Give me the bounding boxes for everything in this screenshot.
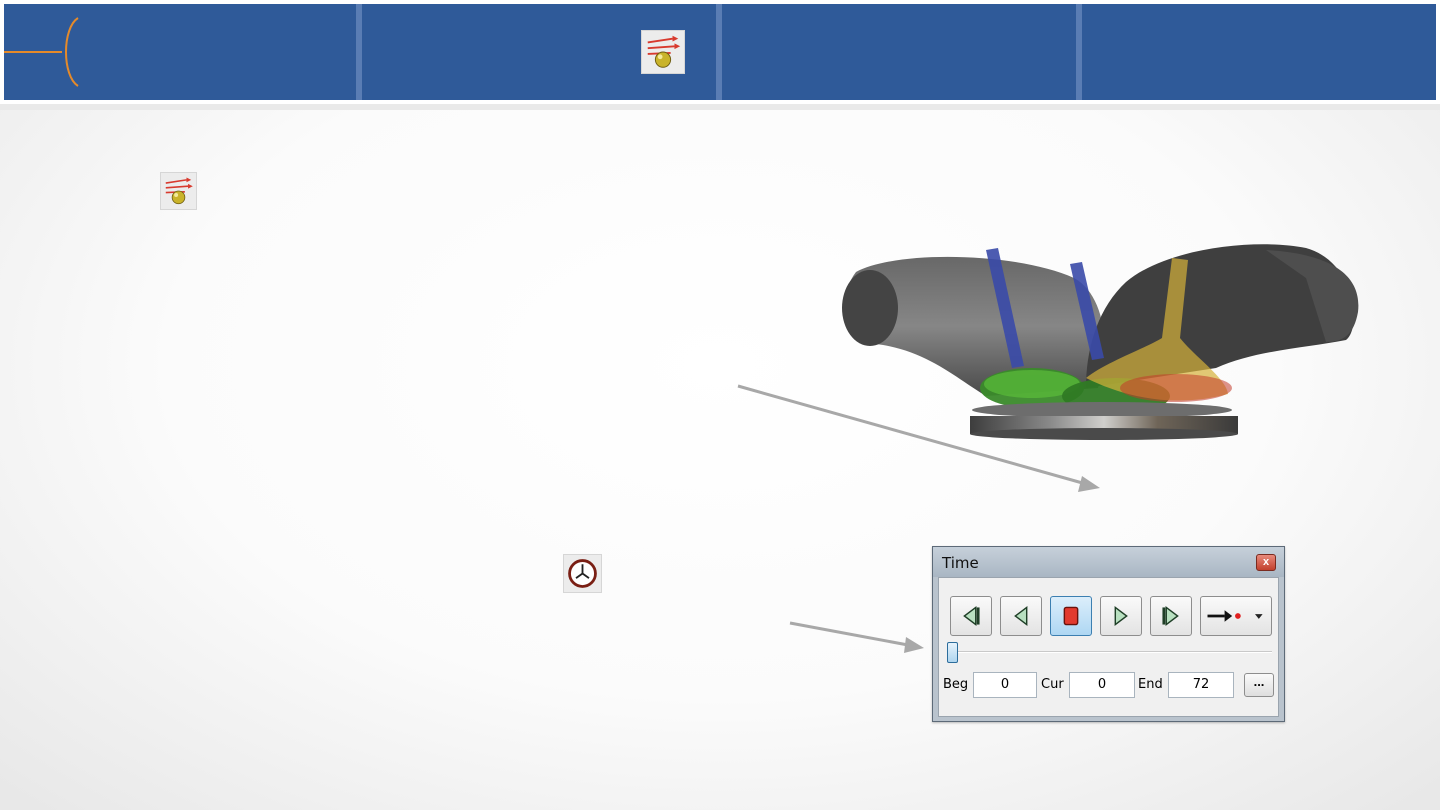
step-back-icon <box>1014 606 1028 626</box>
time-window: Time x Beg 0 Cur 0 End 72 ... <box>932 546 1285 722</box>
end-label: End <box>1138 677 1163 692</box>
bracket-ornament <box>4 17 79 87</box>
skip-to-end-icon <box>1162 606 1179 626</box>
play-icon <box>1114 606 1128 626</box>
callout-arrow <box>789 621 909 647</box>
play-button[interactable] <box>1100 596 1142 636</box>
arrow-head <box>904 637 924 653</box>
cur-label: Cur <box>1041 677 1064 692</box>
record-mode-button[interactable] <box>1200 596 1272 636</box>
header-band <box>0 0 1440 104</box>
beg-label: Beg <box>943 677 969 692</box>
more-options-button[interactable]: ... <box>1244 673 1274 697</box>
cur-field[interactable]: 0 <box>1069 672 1135 698</box>
arrow-head <box>1078 476 1100 492</box>
arrow-record-icon <box>1207 610 1263 622</box>
stop-button[interactable] <box>1050 596 1092 636</box>
header-segment-3 <box>722 4 1076 100</box>
particle-flow-icon[interactable] <box>641 30 685 74</box>
clock-icon[interactable] <box>563 554 602 593</box>
header-segment-4 <box>1082 4 1436 100</box>
close-button[interactable]: x <box>1256 554 1276 571</box>
skip-to-start-icon <box>963 606 980 626</box>
chevron-down-icon <box>1255 614 1263 619</box>
last-frame-button[interactable] <box>1150 596 1192 636</box>
time-window-titlebar[interactable]: Time x <box>933 547 1284 577</box>
timeline-slider-thumb[interactable] <box>947 642 958 663</box>
stop-icon <box>1063 606 1079 626</box>
end-field[interactable]: 72 <box>1168 672 1234 698</box>
time-window-title: Time <box>942 554 979 572</box>
first-frame-button[interactable] <box>950 596 992 636</box>
previous-frame-button[interactable] <box>1000 596 1042 636</box>
timeline-slider-track[interactable] <box>947 651 1272 653</box>
engine-valves-render <box>842 244 1359 440</box>
particle-flow-icon[interactable] <box>160 172 197 210</box>
header-shadow-bar <box>0 104 1440 110</box>
time-window-body: Beg 0 Cur 0 End 72 ... <box>938 577 1279 717</box>
beg-field[interactable]: 0 <box>973 672 1037 698</box>
